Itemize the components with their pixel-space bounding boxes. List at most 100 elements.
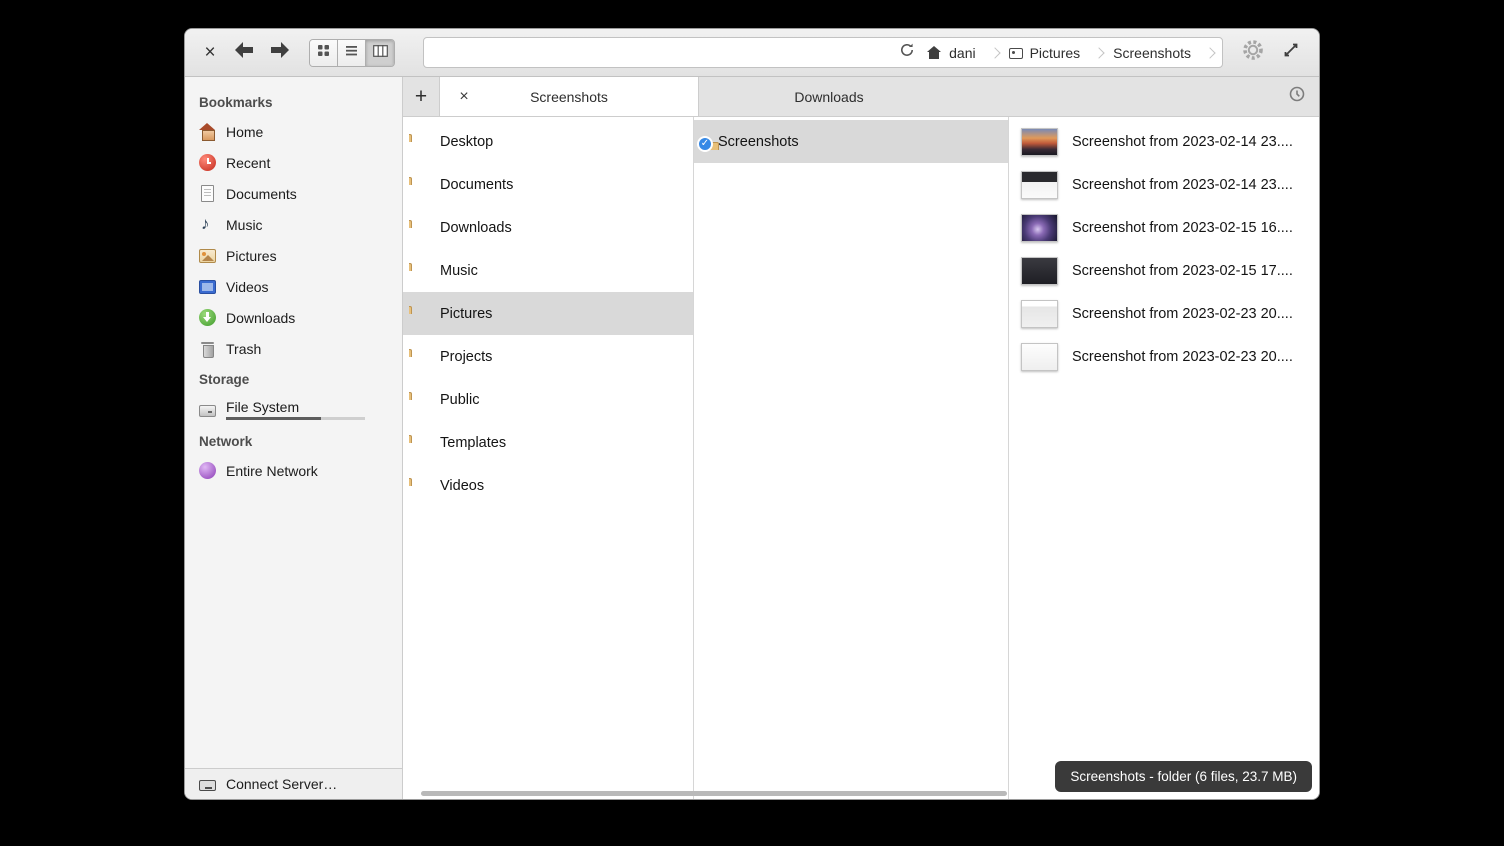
dark-screen-icon (1021, 257, 1058, 285)
folder-name: Public (440, 392, 480, 408)
view-switcher (309, 39, 395, 67)
column-view-icon (373, 44, 388, 62)
sidebar-scroll: Bookmarks Home (185, 77, 402, 768)
folder-row[interactable]: Documents (403, 163, 693, 206)
folder-name: Desktop (440, 134, 493, 150)
column-view-button[interactable] (366, 40, 394, 66)
file-row[interactable]: Screenshot from 2023-02-14 23.... (1009, 163, 1319, 206)
file-row[interactable]: Screenshot from 2023-02-14 23.... (1009, 120, 1319, 163)
history-clock-icon (1288, 85, 1306, 108)
breadcrumb-item[interactable]: Screenshots (1107, 45, 1218, 61)
downloads-icon (199, 309, 216, 326)
column-screenshots-files: Screenshot from 2023-02-14 23.... Screen… (1009, 117, 1319, 799)
folder-name: Templates (440, 435, 506, 451)
refresh-button[interactable] (894, 40, 920, 66)
sidebar-item[interactable]: File System (185, 393, 402, 426)
light-ui-2-icon (1021, 343, 1058, 371)
folder-row[interactable]: Screenshots (694, 120, 1008, 163)
dark-header-icon (1021, 171, 1058, 199)
column-places: Desktop Documents Downloads (403, 117, 694, 799)
breadcrumb-item[interactable]: Pictures (1003, 45, 1108, 61)
sidebar-item-label: Documents (226, 186, 297, 202)
file-name: Screenshot from 2023-02-15 16.... (1072, 220, 1293, 236)
settings-button[interactable] (1239, 39, 1267, 67)
storage-list: File System (185, 393, 402, 426)
breadcrumb[interactable]: dani Pictures Screenshots (423, 37, 1223, 68)
sidebar-item[interactable]: Trash (185, 333, 402, 364)
sidebar-item[interactable]: Pictures (185, 240, 402, 271)
sidebar-item[interactable]: Downloads (185, 302, 402, 333)
breadcrumb-item[interactable]: dani (920, 45, 1002, 61)
folder-row[interactable]: Public (403, 378, 693, 421)
light-ui-icon (1021, 300, 1058, 328)
sidebar-item[interactable]: Music (185, 209, 402, 240)
sidebar-item[interactable]: Videos (185, 271, 402, 302)
tab-bar: + × Screenshots Downloads (403, 77, 1319, 117)
folder-row[interactable]: Videos (403, 464, 693, 507)
folder-row[interactable]: Pictures (403, 292, 693, 335)
folder-row[interactable]: Templates (403, 421, 693, 464)
list-view-icon (345, 44, 358, 62)
folder-name: Documents (440, 177, 513, 193)
network-list: Entire Network (185, 455, 402, 486)
file-row[interactable]: Screenshot from 2023-02-23 20.... (1009, 335, 1319, 378)
titlebar: × (185, 29, 1319, 77)
file-name: Screenshot from 2023-02-14 23.... (1072, 134, 1293, 150)
sidebar-item-label: Pictures (226, 248, 277, 264)
sidebar-section-network: Network (185, 426, 402, 455)
list-view-button[interactable] (338, 40, 366, 66)
file-row[interactable]: Screenshot from 2023-02-15 17.... (1009, 249, 1319, 292)
sidebar-item-label: File System (226, 399, 365, 415)
back-button[interactable] (231, 40, 257, 66)
fullscreen-button[interactable] (1277, 39, 1305, 67)
sidebar: Bookmarks Home (185, 77, 403, 799)
window-close-button[interactable]: × (199, 42, 221, 64)
history-button[interactable] (1275, 77, 1319, 116)
folder-row[interactable]: Projects (403, 335, 693, 378)
tab-close-icon[interactable]: × (456, 88, 472, 106)
chevron-right-icon (1204, 46, 1214, 60)
refresh-icon (899, 42, 915, 63)
file-name: Screenshot from 2023-02-15 17.... (1072, 263, 1293, 279)
tab[interactable]: × Screenshots (439, 77, 699, 116)
grid-view-icon (317, 44, 330, 62)
folder-name: Projects (440, 349, 492, 365)
sidebar-item[interactable]: Home (185, 116, 402, 147)
sidebar-section-bookmarks: Bookmarks (185, 87, 402, 116)
horizontal-scrollbar[interactable] (421, 791, 1007, 796)
sidebar-item[interactable]: Documents (185, 178, 402, 209)
home-icon (199, 123, 216, 140)
folder-name: Videos (440, 478, 484, 494)
new-tab-button[interactable]: + (403, 77, 439, 116)
sidebar-item-label: Music (226, 217, 263, 233)
grid-view-button[interactable] (310, 40, 338, 66)
disk-usage-bar (226, 417, 365, 420)
trash-icon (199, 340, 216, 357)
sidebar-item[interactable]: Entire Network (185, 455, 402, 486)
file-row[interactable]: Screenshot from 2023-02-15 16.... (1009, 206, 1319, 249)
forward-button[interactable] (267, 40, 293, 66)
back-arrow-icon (233, 41, 255, 64)
sidebar-item[interactable]: Recent (185, 147, 402, 178)
main-area: + × Screenshots Downloads (403, 77, 1319, 799)
tab-label: Downloads (794, 89, 863, 105)
disk-usage-fill (226, 417, 321, 420)
server-icon (199, 780, 216, 791)
app-body: Bookmarks Home (185, 77, 1319, 799)
tab[interactable]: Downloads (699, 77, 959, 116)
file-name: Screenshot from 2023-02-14 23.... (1072, 177, 1293, 193)
selected-check-icon (697, 136, 713, 152)
sidebar-item-label: Entire Network (226, 463, 318, 479)
file-row[interactable]: Screenshot from 2023-02-23 20.... (1009, 292, 1319, 335)
folder-row[interactable]: Downloads (403, 206, 693, 249)
connect-server-button[interactable]: Connect Server… (185, 768, 402, 799)
folder-row[interactable]: Desktop (403, 120, 693, 163)
folder-row[interactable]: Music (403, 249, 693, 292)
sidebar-item-label: Videos (226, 279, 269, 295)
file-name: Screenshot from 2023-02-23 20.... (1072, 306, 1293, 322)
expand-icon (1282, 41, 1300, 64)
network-icon (199, 462, 216, 479)
filesystem-icon (199, 405, 216, 417)
home-icon (926, 46, 942, 60)
file-name: Screenshot from 2023-02-23 20.... (1072, 349, 1293, 365)
